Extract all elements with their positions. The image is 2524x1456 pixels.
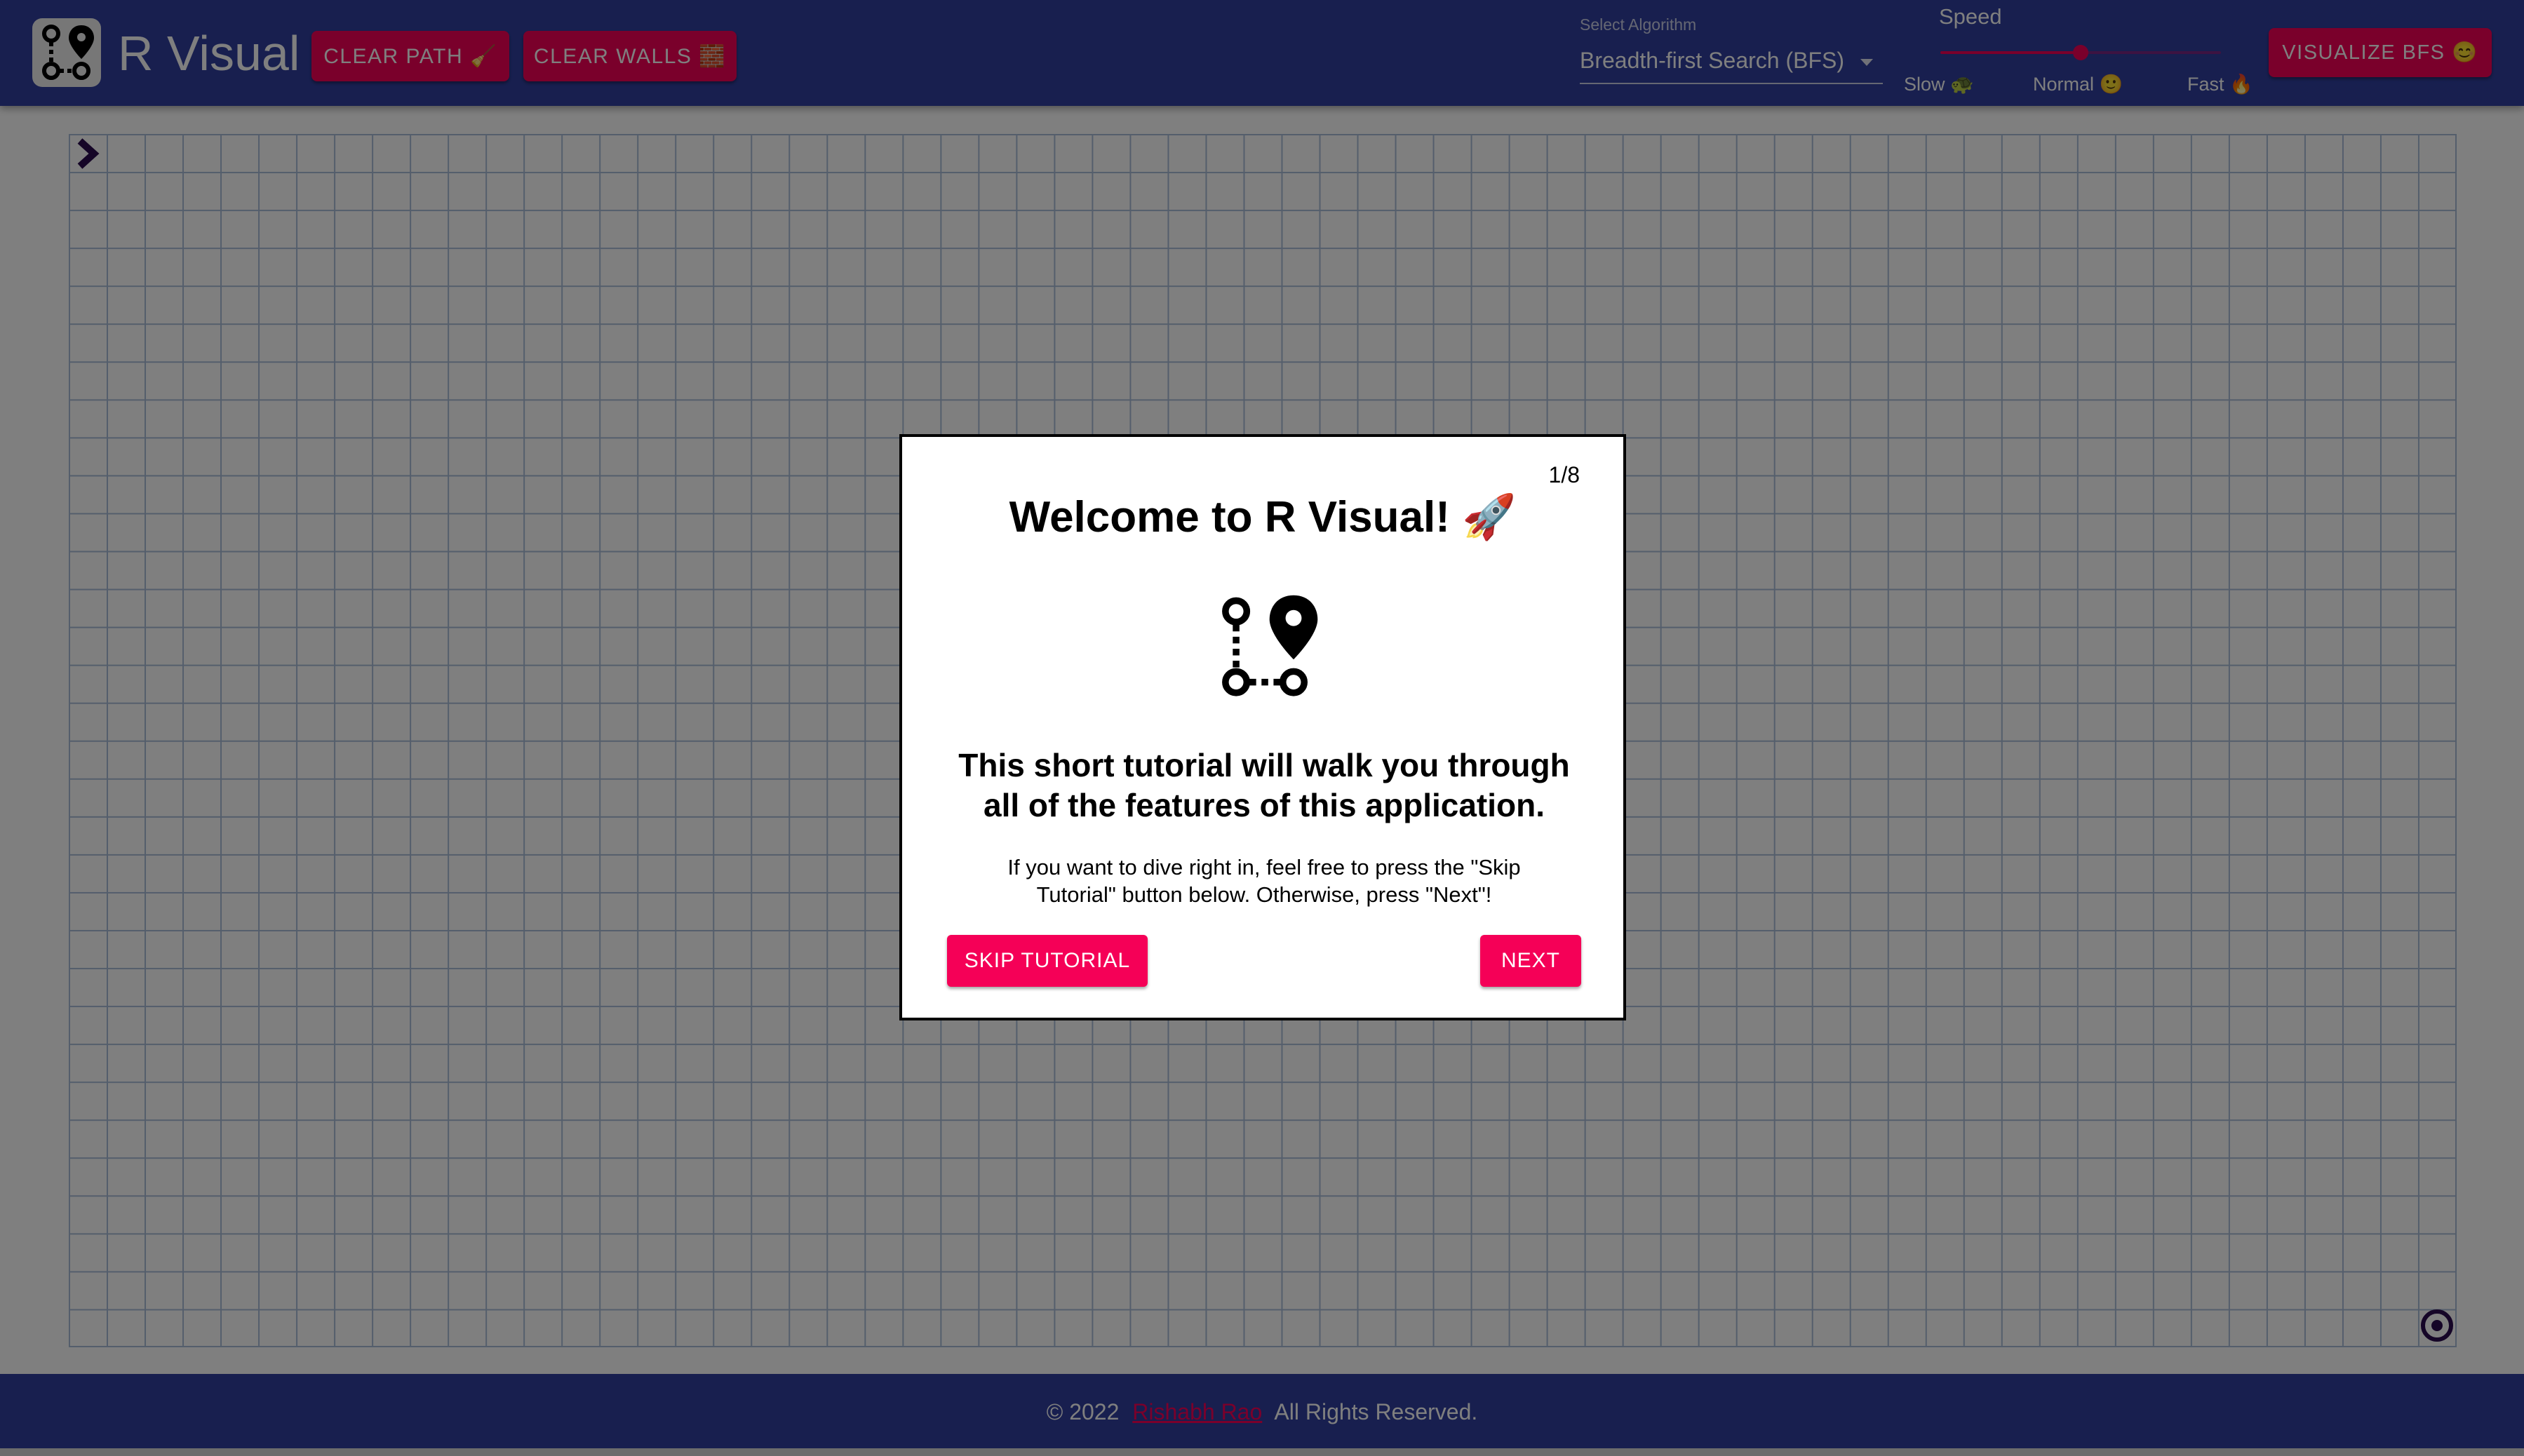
tutorial-step-counter: 1/8 <box>1548 462 1580 487</box>
skip-tutorial-button[interactable]: SKIP TUTORIAL <box>947 935 1148 987</box>
tutorial-body: If you want to dive right in, feel free … <box>1007 855 1521 907</box>
tutorial-title: Welcome to R Visual! 🚀 <box>1009 493 1517 541</box>
next-button[interactable]: NEXT <box>1480 935 1581 987</box>
tutorial-modal: 1/8 Welcome to R Visual! 🚀 This short tu… <box>899 434 1626 1020</box>
route-icon <box>1222 595 1318 696</box>
tutorial-heading: This short tutorial will walk you throug… <box>958 747 1570 823</box>
